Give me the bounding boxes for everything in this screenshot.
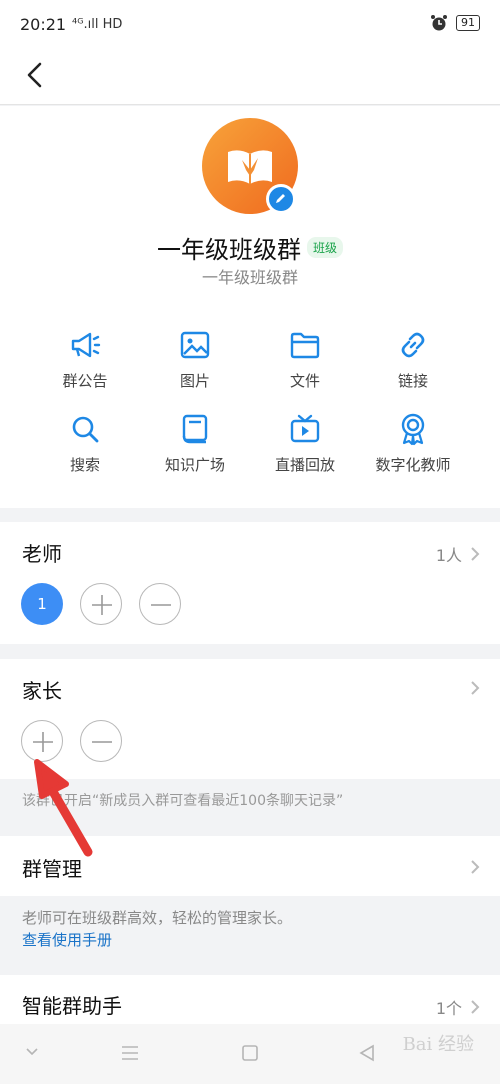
home-square-icon[interactable] <box>241 1044 259 1062</box>
megaphone-icon <box>71 332 101 358</box>
feature-label: 数字化教师 <box>375 456 451 474</box>
status-bar: 20:21 ⁴ᴳ.ıll HD 91 <box>0 0 500 50</box>
nav-bar <box>0 50 500 105</box>
add-teacher-button[interactable] <box>80 583 122 625</box>
group-subtitle: 一年级班级群 <box>201 268 298 287</box>
edit-avatar-button[interactable] <box>266 184 296 214</box>
history-notice: 该群已开启“新成员入群可查看最近100条聊天记录” <box>22 793 344 809</box>
parents-title: 家长 <box>22 679 62 703</box>
feature-files[interactable]: 文件 <box>250 328 360 391</box>
chevron-right-icon <box>471 1000 480 1014</box>
smart-assistant-count-link: 1个 <box>436 995 482 1019</box>
teachers-count: 1人 <box>435 546 462 565</box>
back-arrow-icon[interactable] <box>18 58 52 92</box>
feature-label: 直播回放 <box>274 456 335 474</box>
folder-icon <box>290 332 320 359</box>
feature-label: 群公告 <box>62 372 108 390</box>
minus-icon <box>92 741 112 743</box>
user-manual-link[interactable]: 查看使用手册 <box>22 929 112 950</box>
teachers-section: 老师 1人 1 <box>0 522 500 644</box>
smart-assistant-row[interactable]: 智能群助手 1个 <box>0 975 500 1025</box>
add-parent-button[interactable] <box>21 720 63 762</box>
management-hint: 老师可在班级群高效，轻松的管理家长。 <box>22 909 293 927</box>
teachers-title: 老师 <box>22 542 62 566</box>
menu-icon[interactable] <box>120 1044 140 1062</box>
feature-live-replay[interactable]: 直播回放 <box>250 412 360 475</box>
chevron-right-icon <box>471 681 480 695</box>
plus-icon <box>33 732 53 752</box>
feature-knowledge[interactable]: 知识广场 <box>140 412 250 475</box>
search-icon <box>72 416 99 443</box>
network-indicator: ⁴ᴳ.ıll HD <box>72 17 123 32</box>
group-name: 一年级班级群 <box>156 236 301 264</box>
group-management-title: 群管理 <box>22 857 82 881</box>
feature-search[interactable]: 搜索 <box>30 412 140 475</box>
tv-icon <box>290 414 320 443</box>
status-right: 91 <box>430 14 480 32</box>
plus-icon <box>92 595 112 615</box>
back-triangle-icon[interactable] <box>358 1044 376 1062</box>
chevron-right-icon <box>471 860 480 874</box>
feature-digital-teacher[interactable]: 数字化教师 <box>358 412 468 475</box>
badge-icon <box>401 413 425 446</box>
teachers-count-link[interactable]: 1人 <box>436 542 482 566</box>
remove-parent-button[interactable] <box>80 720 122 762</box>
assistant-count: 1个 <box>435 999 462 1018</box>
group-header-card: 一年级班级群 班级 一年级班级群 群公告 图片 文件 链接 搜索 知识广场 直播… <box>0 106 500 508</box>
parents-link[interactable] <box>468 679 482 697</box>
battery-indicator: 91 <box>456 15 480 31</box>
chevron-right-icon <box>471 547 480 561</box>
teacher-avatar[interactable]: 1 <box>21 583 63 625</box>
feature-links[interactable]: 链接 <box>358 328 468 391</box>
feature-label: 知识广场 <box>164 456 225 474</box>
group-management-chevron <box>468 858 482 876</box>
image-icon <box>180 331 210 359</box>
open-book-icon <box>228 150 272 184</box>
chevron-down-icon[interactable] <box>24 1044 40 1060</box>
group-management-row[interactable]: 群管理 <box>0 836 500 896</box>
book-icon <box>182 414 208 444</box>
group-title-row: 一年级班级群 班级 <box>0 230 500 265</box>
feature-label: 图片 <box>179 372 210 390</box>
smart-assistant-title: 智能群助手 <box>22 994 122 1018</box>
baidu-watermark: Bai 经验 <box>402 1034 474 1055</box>
class-tag: 班级 <box>306 237 343 258</box>
feature-label: 搜索 <box>69 456 100 474</box>
feature-label: 文件 <box>289 372 320 390</box>
remove-teacher-button[interactable] <box>139 583 181 625</box>
alarm-icon <box>431 15 447 31</box>
link-icon <box>401 332 425 358</box>
pencil-icon <box>276 194 285 203</box>
status-time: 20:21 <box>20 15 67 34</box>
minus-icon <box>151 604 171 606</box>
parents-section: 家长 <box>0 659 500 779</box>
feature-label: 链接 <box>397 372 428 390</box>
feature-images[interactable]: 图片 <box>140 328 250 391</box>
feature-announcement[interactable]: 群公告 <box>30 328 140 391</box>
